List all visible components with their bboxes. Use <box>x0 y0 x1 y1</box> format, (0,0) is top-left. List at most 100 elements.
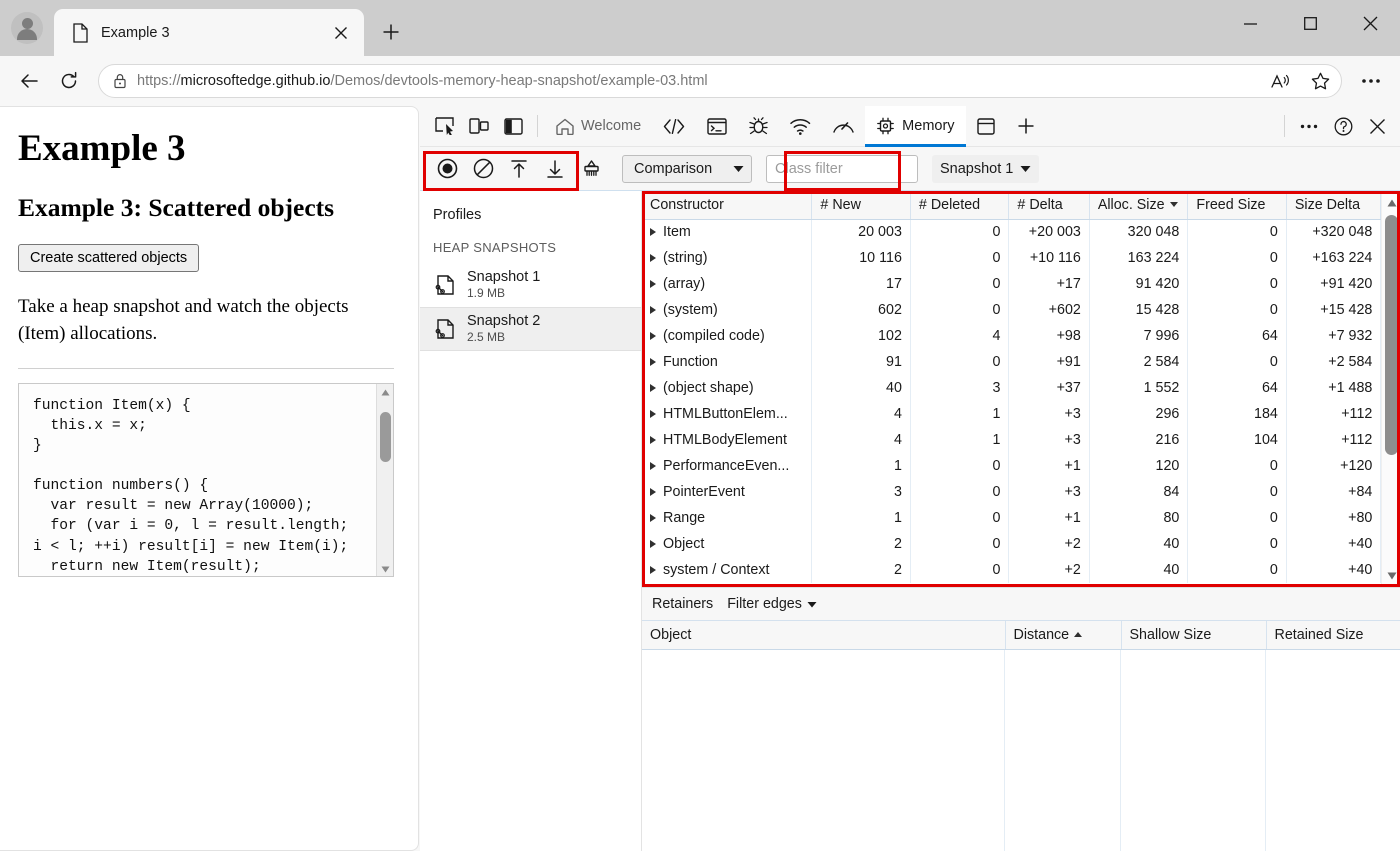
column-header-size-delta[interactable]: Size Delta <box>1286 191 1380 219</box>
cell-constructor: (string) <box>642 245 812 271</box>
scroll-down-icon[interactable] <box>377 561 394 577</box>
save-profile-icon[interactable] <box>538 152 572 186</box>
table-row[interactable]: Range10+1800+80 <box>642 505 1400 531</box>
column-header-object[interactable]: Object <box>642 621 1005 649</box>
application-icon <box>977 118 995 135</box>
table-row[interactable]: Object20+2400+40 <box>642 531 1400 557</box>
grid-scrollbar[interactable] <box>1381 191 1400 587</box>
help-icon[interactable] <box>1326 109 1360 143</box>
cell-deleted: 0 <box>910 453 1009 479</box>
expand-triangle-icon[interactable] <box>650 280 656 288</box>
read-aloud-icon[interactable] <box>1265 66 1295 96</box>
table-row[interactable]: PerformanceEven...10+11200+120 <box>642 453 1400 479</box>
table-row[interactable]: (compiled code)1024+987 99664+7 932 <box>642 323 1400 349</box>
table-row[interactable]: (system)6020+60215 4280+15 428 <box>642 297 1400 323</box>
column-header-delta[interactable]: # Delta <box>1009 191 1089 219</box>
window-close-button[interactable] <box>1340 0 1400 47</box>
add-tab-button[interactable] <box>1006 106 1046 147</box>
column-header-distance[interactable]: Distance <box>1005 621 1121 649</box>
tab-application[interactable] <box>966 106 1006 147</box>
expand-triangle-icon[interactable] <box>650 384 656 392</box>
table-row[interactable]: HTMLButtonElem...41+3296184+112 <box>642 401 1400 427</box>
expand-triangle-icon[interactable] <box>650 410 656 418</box>
table-row[interactable]: system / Context20+2400+40 <box>642 557 1400 583</box>
scroll-down-icon[interactable] <box>1382 566 1400 585</box>
inspect-icon[interactable] <box>428 109 462 143</box>
expand-triangle-icon[interactable] <box>650 436 656 444</box>
table-row[interactable]: (object shape)403+371 55264+1 488 <box>642 375 1400 401</box>
tab-sources[interactable] <box>738 106 779 147</box>
column-header-constructor[interactable]: Constructor <box>642 191 812 219</box>
tab-network[interactable] <box>779 106 822 147</box>
expand-triangle-icon[interactable] <box>650 566 656 574</box>
grid-scrollbar-thumb[interactable] <box>1385 215 1398 455</box>
tab-memory[interactable]: Memory <box>865 106 965 147</box>
expand-triangle-icon[interactable] <box>650 332 656 340</box>
cell-deleted: 0 <box>910 297 1009 323</box>
tab-console[interactable] <box>696 106 738 147</box>
scroll-up-icon[interactable] <box>377 384 394 401</box>
devtools-more-ellipsis-icon[interactable] <box>1292 109 1326 143</box>
tab-elements[interactable] <box>652 106 696 147</box>
star-icon[interactable] <box>1305 66 1335 96</box>
record-icon[interactable] <box>430 152 464 186</box>
cell-new: 91 <box>812 349 911 375</box>
table-row[interactable]: (string)10 1160+10 116163 2240+163 224 <box>642 245 1400 271</box>
collect-garbage-icon[interactable] <box>574 152 608 186</box>
create-scattered-objects-button[interactable]: Create scattered objects <box>18 244 199 272</box>
code-scrollbar[interactable] <box>376 384 393 577</box>
column-header-alloc-size[interactable]: Alloc. Size <box>1089 191 1188 219</box>
table-row[interactable]: PointerEvent30+3840+84 <box>642 479 1400 505</box>
column-header-freed-size[interactable]: Freed Size <box>1188 191 1287 219</box>
expand-triangle-icon[interactable] <box>650 514 656 522</box>
view-select[interactable]: Comparison <box>622 155 752 183</box>
expand-triangle-icon[interactable] <box>650 462 656 470</box>
column-header-shallow-size[interactable]: Shallow Size <box>1121 621 1266 649</box>
profile-button[interactable] <box>0 0 54 56</box>
code-scrollbar-thumb[interactable] <box>380 412 391 462</box>
cell-delta: +1 <box>1009 453 1089 479</box>
minimize-button[interactable] <box>1220 0 1280 47</box>
toolbar-divider <box>537 115 538 137</box>
class-filter-input[interactable]: Class filter <box>766 155 918 183</box>
address-bar[interactable]: https://microsoftedge.github.io/Demos/de… <box>98 64 1342 98</box>
table-row[interactable]: (array)170+1791 4200+91 420 <box>642 271 1400 297</box>
tab-close-icon[interactable] <box>326 18 356 48</box>
column-header-retained-size[interactable]: Retained Size <box>1266 621 1400 649</box>
browser-tab[interactable]: Example 3 <box>54 9 364 56</box>
expand-triangle-icon[interactable] <box>650 306 656 314</box>
code-block: function Item(x) { this.x = x; } functio… <box>18 383 394 577</box>
column-header-deleted[interactable]: # Deleted <box>910 191 1009 219</box>
device-emulation-icon[interactable] <box>462 109 496 143</box>
dock-side-icon[interactable] <box>496 109 530 143</box>
back-arrow-icon[interactable] <box>10 62 48 100</box>
load-profile-icon[interactable] <box>502 152 536 186</box>
expand-triangle-icon[interactable] <box>650 488 656 496</box>
column-header-new[interactable]: # New <box>812 191 911 219</box>
tab-welcome[interactable]: Welcome <box>545 106 652 147</box>
clear-icon[interactable] <box>466 152 500 186</box>
table-row[interactable]: Item20 0030+20 003320 0480+320 048 <box>642 219 1400 245</box>
reload-icon[interactable] <box>50 62 88 100</box>
expand-triangle-icon[interactable] <box>650 228 656 236</box>
scroll-up-icon[interactable] <box>1382 193 1400 212</box>
table-row[interactable]: Function910+912 5840+2 584 <box>642 349 1400 375</box>
maximize-button[interactable] <box>1280 0 1340 47</box>
table-row[interactable]: HTMLBodyElement41+3216104+112 <box>642 427 1400 453</box>
tab-performance[interactable] <box>822 106 865 147</box>
new-tab-button[interactable] <box>376 17 406 47</box>
devtools-close-icon[interactable] <box>1360 109 1394 143</box>
browser-menu-ellipsis-icon[interactable] <box>1352 62 1390 100</box>
filter-edges-select[interactable]: Filter edges <box>727 596 817 612</box>
class-filter-placeholder: Class filter <box>775 161 843 177</box>
snapshot-select[interactable]: Snapshot 1 <box>932 155 1039 183</box>
cell-size-delta: +320 048 <box>1286 219 1380 245</box>
cell-deleted: 1 <box>910 427 1009 453</box>
expand-triangle-icon[interactable] <box>650 540 656 548</box>
expand-triangle-icon[interactable] <box>650 254 656 262</box>
snapshot-list-item[interactable]: Snapshot 1 1.9 MB <box>420 263 641 307</box>
cell-constructor: (array) <box>642 271 812 297</box>
snapshot-list-item[interactable]: Snapshot 2 2.5 MB <box>420 307 641 351</box>
cell-delta: +602 <box>1009 297 1089 323</box>
expand-triangle-icon[interactable] <box>650 358 656 366</box>
